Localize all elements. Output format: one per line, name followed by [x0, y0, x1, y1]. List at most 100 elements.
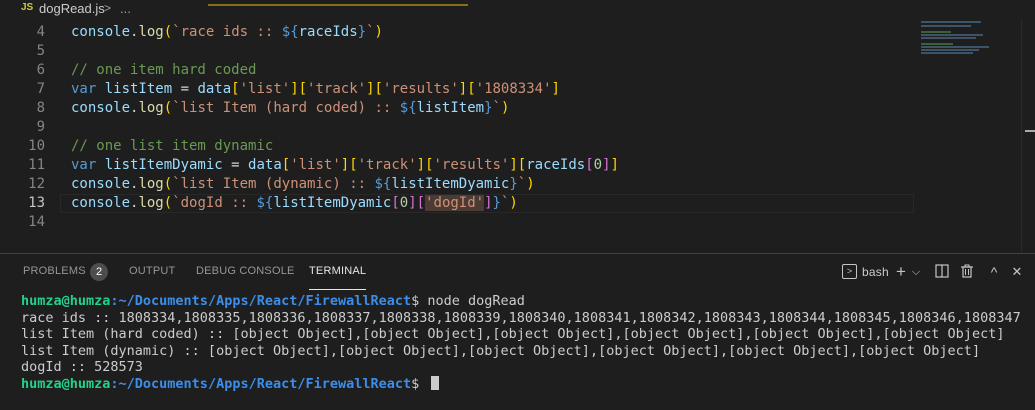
code-token: )	[500, 100, 510, 116]
code-text: console.log(`list Item (hard coded) :: $…	[71, 99, 509, 118]
code-line[interactable]: 4 console.log(`race ids :: ${raceIds}`)	[0, 23, 1010, 42]
code-token: ][	[458, 81, 476, 97]
terminal-output-line: list Item (dynamic) :: [object Object],[…	[21, 342, 981, 359]
code-token: listItemDyamic	[273, 195, 392, 211]
line-number: 7	[36, 81, 45, 97]
code-token: ${	[399, 100, 417, 116]
prompt-path: :~/Documents/Apps/React/FirewallReact	[110, 293, 412, 309]
code-token: var	[71, 81, 105, 97]
code-token: 'list'	[290, 157, 341, 173]
code-token: 'track'	[357, 157, 417, 173]
code-token: `	[366, 24, 375, 40]
prompt-user: humza@humza	[21, 375, 111, 392]
breadcrumb-file[interactable]: dogRead.js	[39, 1, 105, 16]
code-token: [	[281, 157, 291, 173]
code-line[interactable]: 13 console.log(`dogId :: ${listItemDyamic…	[0, 194, 1010, 213]
trash-icon[interactable]	[959, 264, 975, 281]
code-token: ${	[374, 176, 392, 192]
code-text: // one item hard coded	[71, 61, 256, 80]
code-token: `race ids ::	[172, 24, 282, 40]
code-text: console.log(`list Item (dynamic) :: ${li…	[71, 175, 535, 194]
code-token: 'track'	[307, 81, 367, 97]
code-token: raceIds	[298, 24, 358, 40]
code-line[interactable]: 6 // one item hard coded	[0, 61, 1010, 80]
shell-selector[interactable]: bash	[862, 265, 889, 279]
maximize-panel-icon[interactable]: ^	[986, 264, 1002, 280]
tab-terminal[interactable]: TERMINAL	[309, 265, 367, 290]
add-terminal-icon[interactable]: +	[893, 263, 909, 280]
tab-problems[interactable]: PROBLEMS	[23, 265, 86, 277]
split-terminal-icon[interactable]	[934, 264, 950, 281]
code-text: // one list item dynamic	[71, 137, 273, 156]
code-token: `	[517, 176, 527, 192]
editor-scrollbar[interactable]	[1021, 19, 1035, 253]
code-token: log	[138, 100, 164, 116]
code-line[interactable]: 12 console.log(`list Item (dynamic) :: ${…	[0, 175, 1010, 194]
line-number: 11	[28, 157, 45, 173]
terminal-prompt-line: humza@humza:~/Documents/Apps/React/Firew…	[21, 375, 1021, 393]
code-token: (	[163, 195, 173, 211]
terminal-output[interactable]: humza@humza:~/Documents/Apps/React/Firew…	[21, 293, 1021, 392]
breadcrumb: JS dogRead.js > ...	[0, 0, 1035, 19]
code-editor[interactable]: 4 console.log(`race ids :: ${raceIds}`) 5 6…	[0, 19, 1035, 253]
code-token: (	[163, 100, 173, 116]
code-token: listItemDyamic	[104, 157, 223, 173]
close-panel-icon[interactable]: ✕	[1010, 264, 1024, 280]
line-number: 10	[28, 138, 45, 154]
code-token: `dogId ::	[172, 195, 257, 211]
code-line[interactable]: 9	[0, 118, 1010, 137]
terminal-command-line: humza@humza:~/Documents/Apps/React/Firew…	[21, 293, 1021, 310]
code-token: )	[526, 176, 535, 192]
code-token: ][	[509, 157, 527, 173]
code-token: ${	[281, 24, 299, 40]
terminal-output-line: race ids :: 1808334,1808335,1808336,1808…	[21, 309, 1021, 326]
tab-output[interactable]: OUTPUT	[129, 265, 175, 277]
prompt-path: :~/Documents/Apps/React/FirewallReact	[110, 375, 412, 392]
terminal-command: node dogRead	[427, 293, 525, 309]
code-token: )	[374, 24, 383, 40]
prompt-suffix: $	[411, 293, 428, 309]
code-token: console	[71, 176, 131, 192]
code-token: raceIds	[526, 157, 586, 173]
breadcrumb-symbols[interactable]: ...	[120, 1, 131, 16]
code-token: listItemDyamic	[391, 176, 510, 192]
code-line[interactable]: 11 var listItemDyamic = data['list']['tra…	[0, 156, 1010, 175]
code-line[interactable]: 7 var listItem = data['list']['track']['r…	[0, 80, 1010, 99]
minimap[interactable]	[917, 19, 1017, 79]
chevron-down-icon[interactable]: ⌵	[910, 264, 922, 280]
code-line[interactable]: 14	[0, 213, 1010, 232]
prompt-user: humza@humza	[21, 293, 111, 309]
code-token: ${	[256, 195, 274, 211]
code-token: log	[138, 195, 164, 211]
code-token: ]	[602, 157, 611, 173]
code-token: `list Item (hard coded) ::	[172, 100, 400, 116]
code-token: [	[391, 195, 400, 211]
code-token: ][	[408, 195, 426, 211]
code-token: ]	[610, 157, 619, 173]
code-text: console.log(`dogId :: ${listItemDyamic[0…	[71, 194, 518, 213]
code-token: `list Item (dynamic) ::	[172, 176, 375, 192]
code-line[interactable]: 8 console.log(`list Item (hard coded) :: …	[0, 99, 1010, 118]
line-number: 12	[28, 176, 45, 192]
line-number: 9	[36, 119, 45, 135]
code-token: log	[138, 176, 164, 192]
code-token: log	[138, 24, 164, 40]
code-token: ][	[290, 81, 308, 97]
line-number: 4	[36, 24, 45, 40]
code-line[interactable]: 5	[0, 42, 1010, 61]
terminal-output-line: list Item (hard coded) :: [object Object…	[21, 326, 1005, 342]
code-token: ][	[340, 157, 358, 173]
code-token: )	[509, 195, 518, 211]
code-token: '1808334'	[475, 81, 552, 97]
code-token: ]	[484, 195, 493, 211]
tab-debug-console[interactable]: DEBUG CONSOLE	[196, 265, 295, 277]
code-token: [	[585, 157, 594, 173]
code-token: 'results'	[382, 81, 459, 97]
code-token: data	[248, 157, 282, 173]
code-line[interactable]: 10 // one list item dynamic	[0, 137, 1010, 156]
code-token: 0	[593, 157, 603, 173]
code-token: 0	[399, 195, 409, 211]
code-token: 'results'	[433, 157, 510, 173]
js-file-icon: JS	[21, 2, 34, 13]
code-token: listItem	[104, 81, 173, 97]
